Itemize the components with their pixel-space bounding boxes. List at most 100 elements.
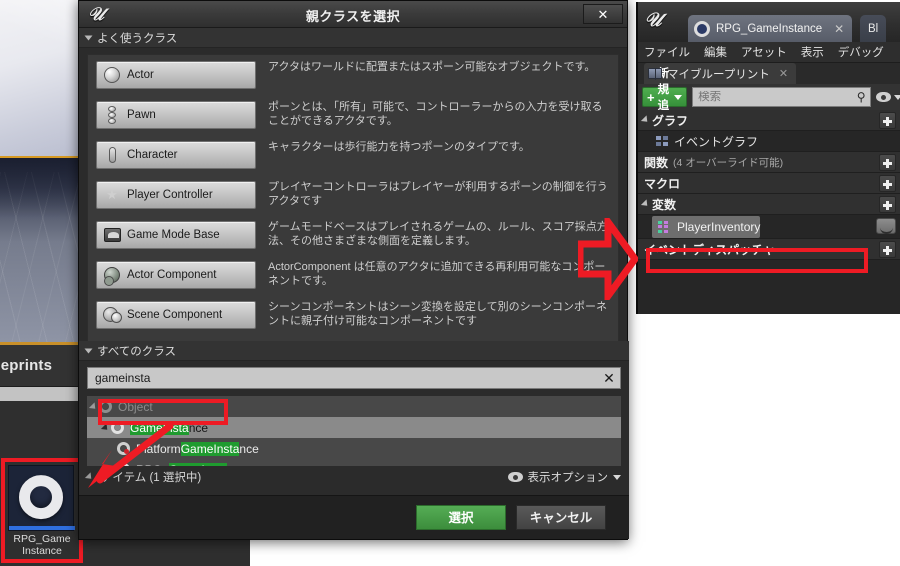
class-row[interactable]: Actor Component ActorComponent は任意のアクタに追…: [88, 255, 618, 295]
chevron-down-icon: [84, 35, 93, 40]
section-label: グラフ: [652, 113, 689, 128]
close-icon[interactable]: ✕: [583, 4, 623, 24]
add-event-dispatcher-button[interactable]: [879, 241, 896, 258]
tree-row-label: RPG_GameInstance: [136, 462, 247, 466]
section-event-dispatchers[interactable]: イベントディスパッチャー: [638, 239, 900, 260]
select-button[interactable]: 選択: [416, 505, 506, 530]
class-circle-icon: [111, 421, 124, 434]
event-graph-icon: [656, 135, 669, 147]
menu-item-file[interactable]: ファイル: [644, 44, 690, 60]
editor-tab-secondary[interactable]: Bl: [860, 15, 887, 42]
menu-item-debug[interactable]: デバッグ: [838, 44, 884, 60]
blueprint-editor-window[interactable]: 𝒰 RPG_GameInstance ✕ Bl ファイル 編集 アセット 表示 …: [636, 2, 900, 314]
close-icon[interactable]: ✕: [834, 22, 844, 36]
clear-search-icon[interactable]: ✕: [598, 370, 620, 387]
list-item-label: イベントグラフ: [674, 134, 759, 149]
tree-row-rpg-gameinstance[interactable]: RPG_GameInstance: [87, 459, 621, 466]
class-description: ゲームモードベースはプレイされるゲームの、ルール、スコア採点方法、その他さまざま…: [268, 221, 608, 247]
search-input[interactable]: [88, 368, 598, 388]
class-circle-icon: [117, 463, 130, 466]
class-button-label: Character: [127, 149, 178, 161]
all-classes-section[interactable]: すべてのクラス ✕ Object GameInstance: [79, 341, 629, 496]
all-classes-section-header[interactable]: すべてのクラス: [79, 341, 629, 361]
class-button-game-mode-base[interactable]: Game Mode Base: [96, 221, 256, 249]
class-description: プレイヤーコントローラはプレイヤーが利用するポーンの制御を行うアクタです: [268, 181, 608, 207]
variable-label: PlayerInventory: [677, 219, 761, 234]
class-button-label: Pawn: [127, 109, 156, 121]
menu-item-edit[interactable]: 編集: [704, 44, 727, 60]
tree-row-object[interactable]: Object: [87, 396, 621, 417]
visibility-options-button[interactable]: [876, 92, 900, 102]
expand-triangle-icon[interactable]: [640, 115, 651, 125]
add-graph-button[interactable]: [879, 112, 896, 129]
search-field[interactable]: ⚲: [692, 87, 872, 107]
menu-bar[interactable]: ファイル 編集 アセット 表示 デバッグ: [638, 42, 900, 63]
class-button-character[interactable]: Character: [96, 141, 256, 169]
section-macros[interactable]: マクロ: [638, 173, 900, 194]
class-row[interactable]: Actor アクタはワールドに配置またはスポーン可能なオブジェクトです。: [88, 55, 618, 95]
add-variable-button[interactable]: [879, 196, 896, 213]
editor-tab-secondary-label: Bl: [868, 22, 879, 35]
tree-row-gameinstance[interactable]: GameInstance: [87, 417, 621, 438]
eye-icon: [507, 472, 523, 482]
class-button-actor-component[interactable]: Actor Component: [96, 261, 256, 289]
my-blueprint-list[interactable]: グラフ イベントグラフ 関数 (4 オーバーライド可能) マクロ 変数 Play…: [638, 110, 900, 260]
chevron-down-icon: [674, 94, 683, 100]
add-function-button[interactable]: [879, 154, 896, 171]
class-row[interactable]: Scene Component シーンコンポーネントはシーン変換を設定して別のシ…: [88, 295, 618, 335]
item-count: 4アイテム (1 選択中): [84, 469, 202, 485]
common-classes-list[interactable]: Actor アクタはワールドに配置またはスポーン可能なオブジェクトです。 Paw…: [87, 54, 619, 342]
section-functions[interactable]: 関数 (4 オーバーライド可能): [638, 152, 900, 173]
my-blueprint-toolbar[interactable]: + 新規追加 ⚲: [638, 68, 900, 128]
view-options-button[interactable]: 表示オプション: [507, 469, 621, 485]
close-icon[interactable]: ✕: [779, 67, 788, 80]
search-input[interactable]: [693, 91, 853, 103]
class-search-row[interactable]: ✕: [87, 367, 621, 389]
class-circle-red-icon: [117, 442, 130, 455]
view-options-label: 表示オプション: [527, 472, 609, 484]
search-icon: ⚲: [856, 90, 866, 104]
section-sublabel: (4 オーバーライド可能): [673, 156, 784, 169]
class-circle-icon: [99, 400, 112, 413]
class-row[interactable]: ★ Player Controller プレイヤーコントローラはプレイヤーが利用…: [88, 175, 618, 215]
add-macro-button[interactable]: [879, 175, 896, 192]
cancel-button[interactable]: キャンセル: [516, 505, 606, 530]
menu-item-asset[interactable]: アセット: [741, 44, 787, 60]
dialog-footer: 選択 キャンセル: [79, 495, 629, 539]
expand-triangle-icon[interactable]: [100, 422, 111, 433]
class-description: アクタはワールドに配置またはスポーン可能なオブジェクトです。: [268, 61, 596, 73]
section-graphs[interactable]: グラフ: [638, 110, 900, 131]
variable-visibility-icon[interactable]: [876, 218, 896, 234]
class-tree[interactable]: Object GameInstance PlatformGameInstance…: [87, 396, 621, 466]
expand-triangle-icon[interactable]: [88, 401, 99, 412]
class-button-label: Game Mode Base: [127, 229, 220, 241]
class-description: ポーンとは、「所有」可能で、コントローラーからの入力を受け取ることができるアクタ…: [268, 101, 603, 127]
section-label: 変数: [652, 197, 677, 212]
section-variables[interactable]: 変数: [638, 194, 900, 215]
add-new-button[interactable]: + 新規追加: [642, 68, 688, 128]
class-row[interactable]: Game Mode Base ゲームモードベースはプレイされるゲームの、ルール、…: [88, 215, 618, 255]
tree-row-platformgameinstance[interactable]: PlatformGameInstance: [87, 438, 621, 459]
expand-triangle-icon[interactable]: [640, 199, 651, 209]
editor-tab-label: RPG_GameInstance: [716, 22, 823, 35]
item-count-label: 4アイテム (1 選択中): [95, 472, 202, 484]
class-button-actor[interactable]: Actor: [96, 61, 256, 89]
class-button-player-controller[interactable]: ★ Player Controller: [96, 181, 256, 209]
list-item-event-graph[interactable]: イベントグラフ: [638, 131, 900, 152]
tab-my-blueprint-label: マイブループリント: [667, 68, 770, 81]
breadcrumb[interactable]: Blueprints: [0, 357, 52, 374]
class-row[interactable]: Character キャラクターは歩行能力を持つポーンのタイプです。: [88, 135, 618, 175]
dialog-statusbar: 4アイテム (1 選択中) 表示オプション: [84, 467, 621, 487]
select-parent-class-dialog[interactable]: 𝒰 親クラスを選択 ✕ よく使うクラス Actor アクタはワールドに配置または…: [78, 0, 629, 540]
menu-item-view[interactable]: 表示: [801, 44, 824, 60]
editor-tab-rpg-gameinstance[interactable]: RPG_GameInstance ✕: [688, 15, 853, 42]
dialog-titlebar: 𝒰 親クラスを選択 ✕: [79, 1, 627, 28]
player-controller-icon: ★: [106, 187, 118, 202]
tree-row-label: GameInstance: [130, 420, 209, 435]
class-description: キャラクターは歩行能力を持つポーンのタイプです。: [268, 141, 530, 153]
class-button-pawn[interactable]: Pawn: [96, 101, 256, 129]
class-button-scene-component[interactable]: Scene Component: [96, 301, 256, 329]
variable-player-inventory[interactable]: PlayerInventory: [652, 215, 761, 238]
common-classes-section-header[interactable]: よく使うクラス: [79, 28, 627, 48]
class-row[interactable]: Pawn ポーンとは、「所有」可能で、コントローラーからの入力を受け取ることがで…: [88, 95, 618, 135]
